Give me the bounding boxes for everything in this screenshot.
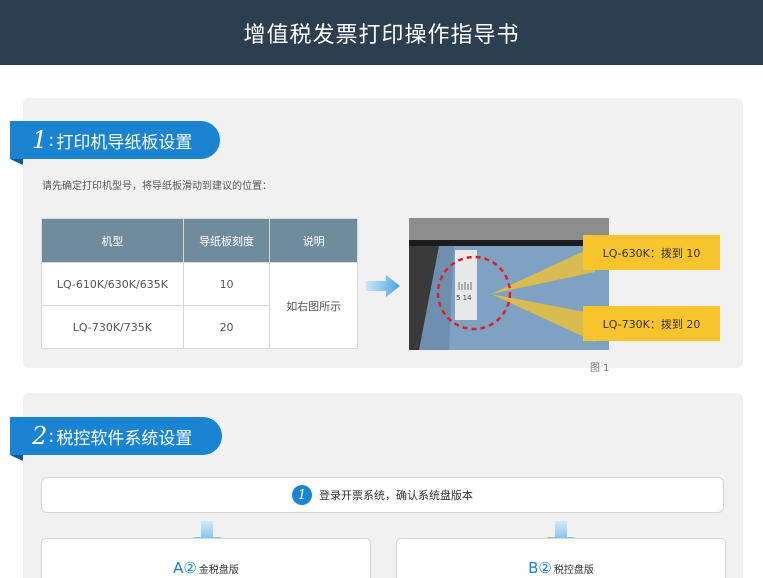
header-bar: 增值税发票打印操作指导书 [0,0,763,65]
step-number-badge: 1 [292,485,312,505]
callout-lq630k: LQ-630K：拨到 10 [583,235,720,270]
option-shuikong-box: B② 税控盘版 [396,538,726,578]
table-header: 机型 [41,218,184,263]
option-label: 税控盘版 [553,565,594,576]
scale-cell: 20 [182,305,271,349]
section-printer-guide: 1: 打印机导纸板设置 请先确定打印机型号，将导纸板滑动到建议的位置： 机型 导纸… [10,98,743,374]
section-ribbon: 1: 打印机导纸板设置 [10,121,220,165]
instruction-text: 请先确定打印机型号，将导纸板滑动到建议的位置： [42,181,272,192]
table-header: 导纸板刻度 [182,218,271,263]
section-tax-software: 2: 税控软件系统设置 1 登录开票系统，确认系统盘版本 A② 金税盘版 B② 税控盘… [10,393,743,578]
section-ribbon: 2: 税控软件系统设置 [10,417,222,461]
option-circle-number: ② [183,559,197,577]
scale-cell: 10 [182,262,271,306]
option-letter: B [528,559,539,577]
section-title: 打印机导纸板设置 [56,132,193,153]
option-circle-number: ② [538,559,552,577]
section-number: 2 [32,422,48,450]
option-label: 金税盘版 [198,565,239,576]
arrow-right-icon [366,275,400,297]
section-title: 税控软件系统设置 [56,428,193,449]
step-box: 1 登录开票系统，确认系统盘版本 [41,477,724,513]
note-cell: 如右图所示 [269,262,358,349]
figure-caption: 图 1 [590,363,610,374]
svg-text:5 14: 5 14 [456,294,472,302]
page-title: 增值税发票打印操作指导书 [243,22,520,48]
table-header-row: 机型 导纸板刻度 说明 [41,218,358,263]
section-number: 1 [32,126,48,154]
table-row: LQ-610K/630K/635K 10 如右图所示 [41,262,358,349]
printer-guide-photo: 5 14 [409,218,609,350]
printer-spec-table: 机型 导纸板刻度 说明 LQ-610K/630K/635K 10 如右图所示 L… [41,218,358,349]
callout-lq730k: LQ-730K：拨到 20 [583,306,720,341]
model-cell: LQ-730K/735K [41,305,184,349]
option-letter: A [173,559,184,577]
table-header: 说明 [269,218,358,263]
model-cell: LQ-610K/630K/635K [41,262,184,306]
option-jinshui-box: A② 金税盘版 [41,538,371,578]
step-text: 登录开票系统，确认系统盘版本 [319,489,473,502]
